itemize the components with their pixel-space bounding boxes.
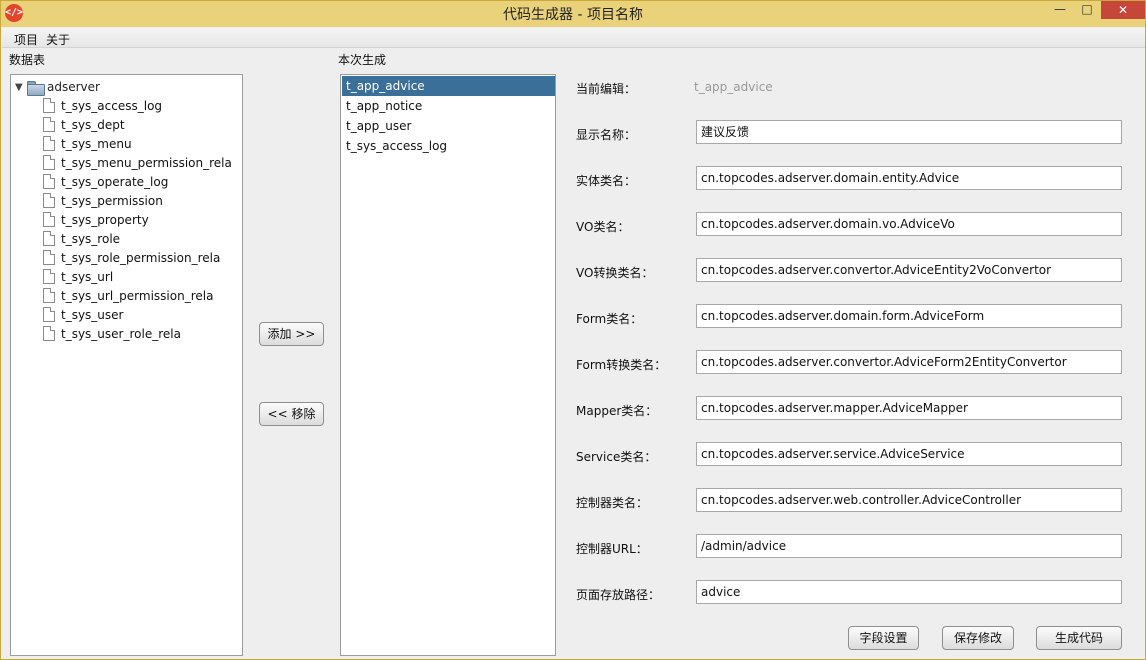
remove-button[interactable]: << 移除 [259, 402, 324, 426]
list-item-selected[interactable]: t_app_advice [342, 76, 555, 96]
maximize-button[interactable]: □ [1075, 1, 1099, 19]
vo-convertor-label: VO转换类名： [576, 266, 654, 280]
document-icon [43, 231, 55, 246]
tree-item[interactable]: t_sys_role_permission_rela [43, 248, 220, 267]
tree-item[interactable]: t_sys_url_permission_rela [43, 286, 213, 305]
controller-url-label: 控制器URL： [576, 542, 648, 556]
tree-item-label: t_sys_url [61, 269, 114, 284]
generate-panel-label: 本次生成 [338, 53, 387, 67]
tree-item-label: t_sys_url_permission_rela [61, 288, 214, 303]
tree-item-label: t_sys_role_permission_rela [61, 250, 221, 265]
service-class-label: Service类名： [576, 450, 657, 464]
tree-item-label: t_sys_menu [61, 136, 132, 151]
form-class-label: Form类名： [576, 312, 643, 326]
tree-item[interactable]: t_sys_dept [43, 115, 125, 134]
mapper-class-field[interactable]: cn.topcodes.adserver.mapper.AdviceMapper [696, 396, 1122, 420]
document-icon [43, 98, 55, 113]
list-item[interactable]: t_sys_access_log [342, 136, 555, 156]
entity-class-field[interactable]: cn.topcodes.adserver.domain.entity.Advic… [696, 166, 1122, 190]
tree-item[interactable]: t_sys_property [43, 210, 149, 229]
expand-arrow-icon[interactable]: ▼ [15, 82, 27, 93]
save-changes-button[interactable]: 保存修改 [942, 626, 1014, 650]
window-title: 代码生成器 - 项目名称 [503, 7, 643, 23]
tree-root-adserver[interactable]: ▼ adserver [15, 78, 100, 96]
controller-class-label: 控制器类名： [576, 496, 649, 510]
document-icon [43, 117, 55, 132]
tree-item[interactable]: t_sys_permission [43, 191, 163, 210]
tree-item-label: t_sys_role [61, 231, 121, 246]
generate-code-button[interactable]: 生成代码 [1036, 626, 1122, 650]
page-path-field[interactable]: advice [696, 580, 1122, 604]
mapper-class-label: Mapper类名： [576, 404, 658, 418]
document-icon [43, 174, 55, 189]
vo-convertor-field[interactable]: cn.topcodes.adserver.convertor.AdviceEnt… [696, 258, 1122, 282]
document-icon [43, 288, 55, 303]
document-icon [43, 269, 55, 284]
form-convertor-field[interactable]: cn.topcodes.adserver.convertor.AdviceFor… [696, 350, 1122, 374]
close-button[interactable]: ✕ [1101, 1, 1145, 19]
tree-item-label: t_sys_user_role_rela [61, 326, 181, 341]
title-bar[interactable]: </> 代码生成器 - 项目名称 — □ ✕ [1, 1, 1145, 27]
document-icon [43, 155, 55, 170]
display-name-label: 显示名称： [576, 128, 637, 142]
generate-list[interactable]: t_app_advice t_app_notice t_app_user t_s… [340, 74, 556, 656]
tables-panel-label: 数据表 [9, 53, 46, 67]
tree-item-label: t_sys_access_log [61, 98, 163, 113]
menu-about[interactable]: 关于 [46, 31, 70, 48]
tree-item[interactable]: t_sys_role [43, 229, 120, 248]
tree-root-label: adserver [47, 80, 100, 94]
minimize-button[interactable]: — [1047, 1, 1073, 19]
controller-class-field[interactable]: cn.topcodes.adserver.web.controller.Advi… [696, 488, 1122, 512]
tree-item-label: t_sys_property [61, 212, 149, 227]
tree-item-label: t_sys_menu_permission_rela [61, 155, 232, 170]
app-window: </> 代码生成器 - 项目名称 — □ ✕ 项目 关于 数据表 ▼ adser… [0, 0, 1146, 660]
page-path-label: 页面存放路径： [576, 588, 661, 602]
display-name-field[interactable]: 建议反馈 [696, 120, 1122, 144]
current-edit-value: t_app_advice [694, 80, 773, 94]
controller-url-field[interactable]: /admin/advice [696, 534, 1122, 558]
add-button[interactable]: 添加 >> [259, 322, 324, 346]
vo-class-field[interactable]: cn.topcodes.adserver.domain.vo.AdviceVo [696, 212, 1122, 236]
field-settings-button[interactable]: 字段设置 [848, 626, 919, 650]
tree-item[interactable]: t_sys_menu_permission_rela [43, 153, 232, 172]
tree-item-label: t_sys_operate_log [61, 174, 169, 189]
document-icon [43, 212, 55, 227]
tree-item-label: t_sys_user [61, 307, 124, 322]
entity-class-label: 实体类名： [576, 174, 637, 188]
service-class-field[interactable]: cn.topcodes.adserver.service.AdviceServi… [696, 442, 1122, 466]
document-icon [43, 307, 55, 322]
tree-item[interactable]: t_sys_user_role_rela [43, 324, 181, 343]
menu-project[interactable]: 项目 [14, 31, 38, 48]
folder-icon [27, 80, 45, 96]
document-icon [43, 193, 55, 208]
current-edit-label: 当前编辑： [576, 82, 637, 96]
tree-item[interactable]: t_sys_operate_log [43, 172, 168, 191]
document-icon [43, 250, 55, 265]
tree-item[interactable]: t_sys_url [43, 267, 113, 286]
list-item[interactable]: t_app_notice [342, 96, 555, 116]
list-item[interactable]: t_app_user [342, 116, 555, 136]
form-convertor-label: Form转换类名： [576, 358, 667, 372]
tree-item-label: t_sys_permission [61, 193, 163, 208]
tree-item[interactable]: t_sys_user [43, 305, 123, 324]
vo-class-label: VO类名： [576, 220, 630, 234]
document-icon [43, 326, 55, 341]
tree-item-label: t_sys_dept [61, 117, 125, 132]
document-icon [43, 136, 55, 151]
tables-tree[interactable]: ▼ adserver t_sys_access_log t_sys_dept t… [10, 74, 243, 656]
tree-item[interactable]: t_sys_access_log [43, 96, 162, 115]
menu-bar: 项目 关于 [2, 28, 1145, 48]
tree-item[interactable]: t_sys_menu [43, 134, 132, 153]
form-class-field[interactable]: cn.topcodes.adserver.domain.form.AdviceF… [696, 304, 1122, 328]
